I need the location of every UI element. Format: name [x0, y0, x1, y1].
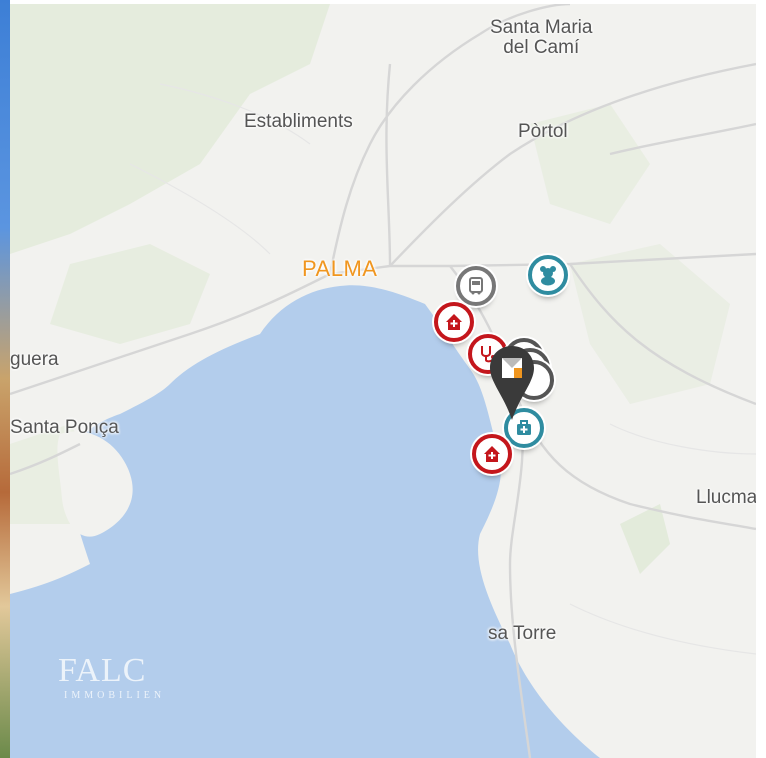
falc-logo-text: FALC	[58, 652, 147, 689]
place-label-portol: Pòrtol	[518, 121, 568, 142]
poi-hospital-pin-2[interactable]	[472, 434, 512, 474]
falc-logo-subtext: IMMOBILIEN	[64, 690, 166, 701]
poi-hospital-pin[interactable]	[434, 302, 474, 342]
falc-logo: FALC IMMOBILIEN	[58, 652, 165, 701]
house-cross-icon	[446, 314, 462, 330]
property-photo-strip	[0, 0, 10, 758]
place-label-llucma: Llucma	[696, 487, 756, 508]
house-cross-icon	[484, 446, 500, 462]
map-canvas[interactable]: Santa Maria del Camí Establiments Pòrtol …	[10, 4, 756, 758]
teddy-bear-icon	[540, 266, 556, 286]
poi-kindergarten-pin[interactable]	[528, 255, 568, 295]
property-pin-icon[interactable]	[488, 344, 536, 422]
place-label-guera: guera	[10, 349, 59, 370]
bus-icon	[469, 277, 483, 295]
place-label-sa-torre: sa Torre	[488, 623, 557, 644]
place-label-establiments: Establiments	[244, 111, 353, 132]
place-label-santa-ponca: Santa Ponça	[10, 417, 119, 438]
map-base	[10, 4, 756, 758]
place-label-santa-maria: Santa Maria del Camí	[490, 17, 593, 58]
place-label-palma: PALMA	[302, 256, 378, 281]
poi-bus-pin[interactable]	[456, 266, 496, 306]
